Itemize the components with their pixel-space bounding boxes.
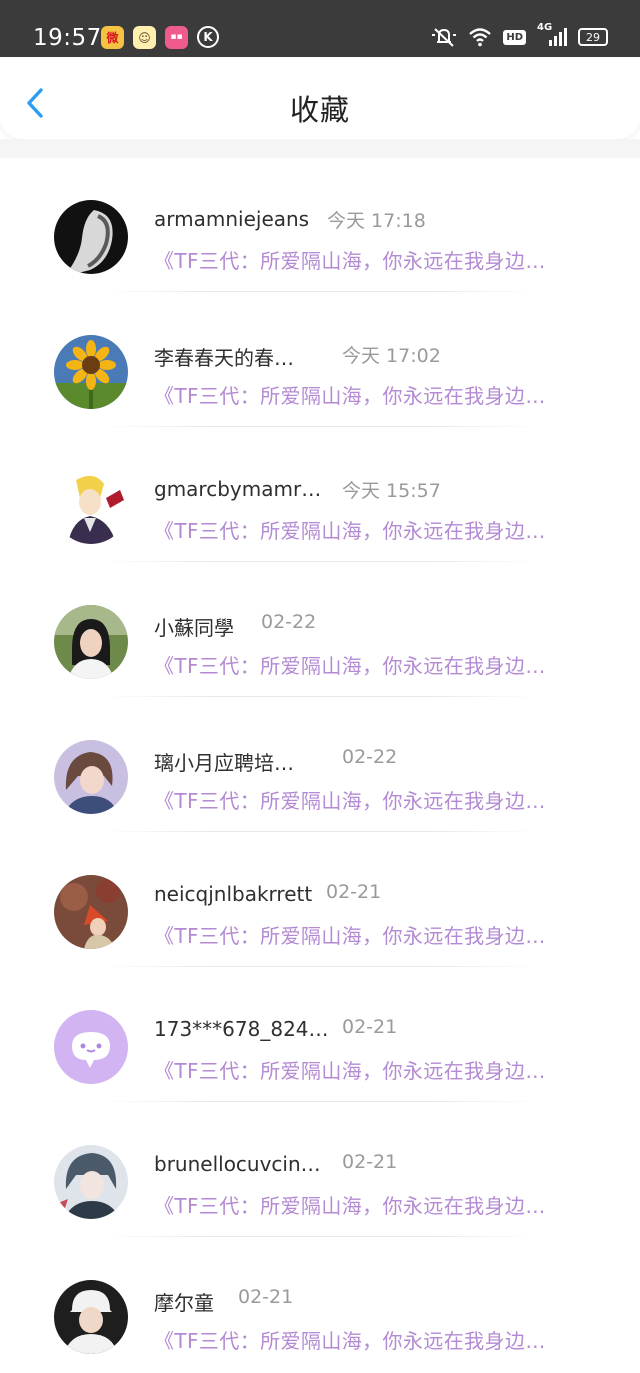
user-name: gmarcbymamr… [154, 477, 322, 501]
status-time: 19:57 [33, 25, 102, 51]
timestamp: 02-22 [342, 746, 398, 768]
user-name: 摩尔童 [154, 1291, 214, 1315]
list-item[interactable]: 摩尔童 02-21 《TF三代：所爱隔山海，你永远在我身边… [0, 1238, 640, 1373]
battery-level: 29 [586, 30, 600, 44]
list-item[interactable]: 小蘇同學 02-22 《TF三代：所爱隔山海，你永远在我身边… [0, 563, 640, 698]
divider [100, 426, 540, 427]
avatar[interactable] [54, 605, 128, 679]
list-item[interactable]: 李春春天的春… 今天 17:02 《TF三代：所爱隔山海，你永远在我身边… [0, 293, 640, 428]
k-circle-icon: K [197, 26, 219, 48]
list-item[interactable]: brunellocuvcin… 02-21 《TF三代：所爱隔山海，你永远在我身… [0, 1103, 640, 1238]
pink-app-icon: ▪▪ [165, 26, 188, 49]
avatar[interactable] [54, 875, 128, 949]
avatar[interactable] [54, 1280, 128, 1354]
divider [100, 1101, 540, 1102]
avatar[interactable] [54, 1145, 128, 1219]
divider [100, 561, 540, 562]
system-icons: HD 4G 29 [431, 22, 608, 48]
avatar[interactable] [54, 200, 128, 274]
wifi-icon [469, 28, 492, 47]
divider [100, 966, 540, 967]
article-title: 《TF三代：所爱隔山海，你永远在我身边… [154, 249, 546, 273]
timestamp: 02-22 [261, 611, 317, 633]
app-header: 收藏 [0, 57, 640, 139]
divider [100, 1236, 540, 1237]
article-title: 《TF三代：所爱隔山海，你永远在我身边… [154, 1194, 546, 1218]
article-title: 《TF三代：所爱隔山海，你永远在我身边… [154, 924, 546, 948]
weibo-icon: 微 [101, 26, 124, 49]
avatar[interactable] [54, 1010, 128, 1084]
favorites-list: armamniejeans 今天 17:18 《TF三代：所爱隔山海，你永远在我… [0, 158, 640, 1373]
timestamp: 今天 15:57 [342, 480, 441, 502]
timestamp: 02-21 [326, 881, 382, 903]
article-title: 《TF三代：所爱隔山海，你永远在我身边… [154, 519, 546, 543]
list-item[interactable]: 璃小月应聘培… 02-22 《TF三代：所爱隔山海，你永远在我身边… [0, 698, 640, 833]
divider [100, 696, 540, 697]
battery-icon: 29 [578, 28, 608, 46]
article-title: 《TF三代：所爱隔山海，你永远在我身边… [154, 789, 546, 813]
avatar[interactable] [54, 740, 128, 814]
list-item[interactable]: 173***678_824… 02-21 《TF三代：所爱隔山海，你永远在我身边… [0, 968, 640, 1103]
network-label: 4G [537, 22, 553, 33]
list-item[interactable]: gmarcbymamr… 今天 15:57 《TF三代：所爱隔山海，你永远在我身… [0, 428, 640, 563]
page-title: 收藏 [289, 93, 350, 127]
user-name: brunellocuvcin… [154, 1152, 321, 1176]
timestamp: 今天 17:18 [327, 210, 426, 232]
timestamp: 02-21 [342, 1151, 398, 1173]
mascot-app-icon: ☺ [133, 26, 156, 49]
hd-badge: HD [503, 29, 526, 45]
user-name: armamniejeans [154, 207, 310, 231]
user-name: 李春春天的春… [154, 346, 294, 370]
status-bar: 19:57 微 ☺ ▪▪ K HD 4G 29 [0, 0, 640, 57]
cell-signal-icon: 4G [537, 22, 567, 46]
divider [100, 291, 540, 292]
divider [100, 831, 540, 832]
user-name: neicqjnlbakrrett [154, 882, 313, 906]
timestamp: 02-21 [342, 1016, 398, 1038]
article-title: 《TF三代：所爱隔山海，你永远在我身边… [154, 1329, 546, 1353]
user-name: 小蘇同學 [154, 616, 234, 640]
list-item[interactable]: neicqjnlbakrrett 02-21 《TF三代：所爱隔山海，你永远在我… [0, 833, 640, 968]
article-title: 《TF三代：所爱隔山海，你永远在我身边… [154, 654, 546, 678]
header-separator [0, 139, 640, 158]
list-item[interactable]: armamniejeans 今天 17:18 《TF三代：所爱隔山海，你永远在我… [0, 158, 640, 293]
avatar[interactable] [54, 470, 128, 544]
timestamp: 02-21 [238, 1286, 294, 1308]
article-title: 《TF三代：所爱隔山海，你永远在我身边… [154, 1059, 546, 1083]
timestamp: 今天 17:02 [342, 345, 441, 367]
avatar[interactable] [54, 335, 128, 409]
mute-bell-icon [432, 28, 457, 47]
notification-icons: 微 ☺ ▪▪ K [101, 26, 219, 49]
user-name: 173***678_824… [154, 1017, 329, 1041]
user-name: 璃小月应聘培… [154, 751, 294, 775]
article-title: 《TF三代：所爱隔山海，你永远在我身边… [154, 384, 546, 408]
